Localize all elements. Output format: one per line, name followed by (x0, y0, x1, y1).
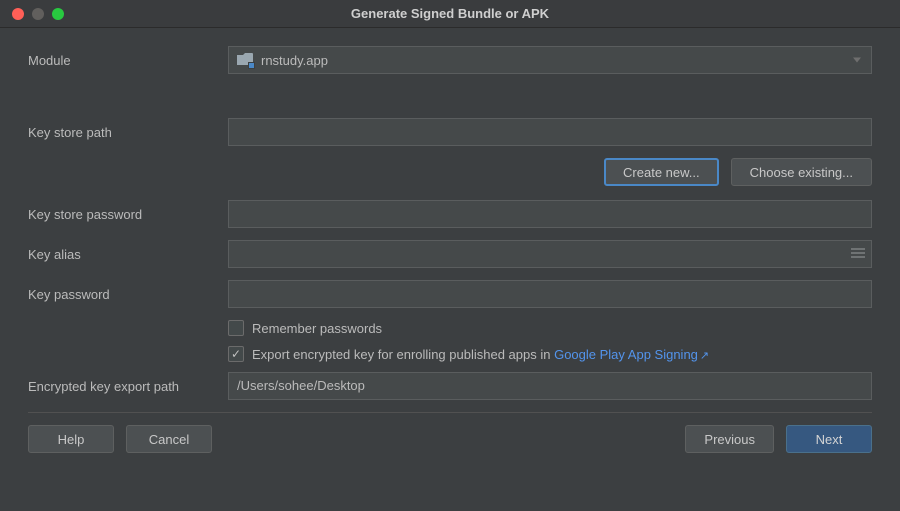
separator (28, 412, 872, 413)
export-encrypted-checkbox[interactable] (228, 346, 244, 362)
export-encrypted-text: Export encrypted key for enrolling publi… (252, 347, 554, 362)
zoom-icon[interactable] (52, 8, 64, 20)
export-path-field[interactable] (228, 372, 872, 400)
google-play-signing-link[interactable]: Google Play App Signing (554, 347, 698, 362)
list-icon[interactable] (850, 247, 866, 261)
external-link-icon: ↗ (700, 350, 709, 362)
keystore-path-field[interactable] (228, 118, 872, 146)
module-icon (237, 53, 253, 67)
keystore-password-label: Key store password (28, 207, 228, 222)
dialog-body: Module rnstudy.app Key store path Create… (0, 28, 900, 413)
window-title: Generate Signed Bundle or APK (0, 6, 900, 21)
previous-button[interactable]: Previous (685, 425, 774, 453)
dialog-footer: Help Cancel Previous Next (0, 425, 900, 469)
export-encrypted-label: Export encrypted key for enrolling publi… (252, 347, 709, 362)
export-path-label: Encrypted key export path (28, 379, 228, 394)
keystore-password-field[interactable] (228, 200, 872, 228)
browse-folder-icon[interactable] (850, 379, 866, 393)
module-select[interactable]: rnstudy.app (228, 46, 872, 74)
minimize-icon (32, 8, 44, 20)
module-selected-value: rnstudy.app (261, 53, 328, 68)
key-alias-field[interactable] (228, 240, 872, 268)
module-label: Module (28, 53, 228, 68)
keystore-path-label: Key store path (28, 125, 228, 140)
key-password-label: Key password (28, 287, 228, 302)
titlebar: Generate Signed Bundle or APK (0, 0, 900, 28)
create-new-button[interactable]: Create new... (604, 158, 719, 186)
key-password-field[interactable] (228, 280, 872, 308)
window-controls (0, 8, 64, 20)
next-button[interactable]: Next (786, 425, 872, 453)
chevron-down-icon (853, 58, 861, 63)
cancel-button[interactable]: Cancel (126, 425, 212, 453)
key-alias-label: Key alias (28, 247, 228, 262)
close-icon[interactable] (12, 8, 24, 20)
choose-existing-button[interactable]: Choose existing... (731, 158, 872, 186)
remember-passwords-checkbox[interactable] (228, 320, 244, 336)
help-button[interactable]: Help (28, 425, 114, 453)
remember-passwords-label: Remember passwords (252, 321, 382, 336)
